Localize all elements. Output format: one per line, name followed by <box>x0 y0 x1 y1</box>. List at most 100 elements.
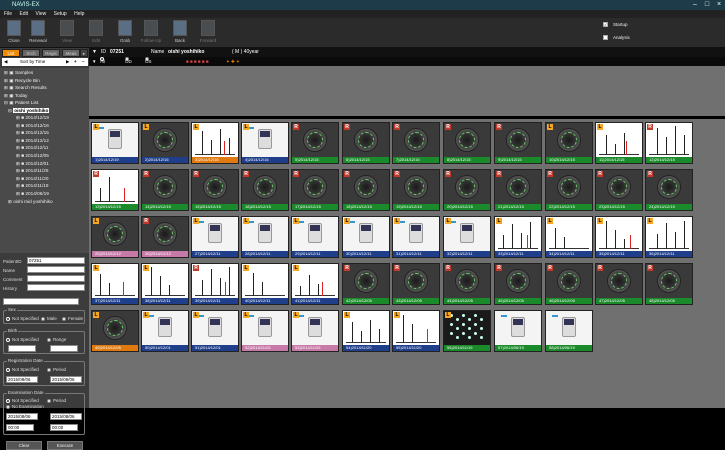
toolbar-grab-button[interactable]: Grab <box>113 20 137 46</box>
filter-extra-icons[interactable]: ✦ ✚ ✦ <box>226 57 240 66</box>
thumbnail[interactable]: R 18)2014/12/15 <box>342 169 390 211</box>
thumbnail[interactable]: R 5)2014/12/15 <box>291 122 339 164</box>
exam-from-field[interactable]: 2015/08/06 <box>6 413 38 420</box>
check-startup[interactable]: ✓ Startup <box>603 22 683 28</box>
thumbnail[interactable]: R 9)2014/12/15 <box>494 122 542 164</box>
thumbnail[interactable]: L 2)2014/12/16 <box>141 122 189 164</box>
sort-next-icon[interactable]: ▶ <box>66 58 69 66</box>
thumbnail[interactable]: R 13)2014/12/15 <box>91 169 139 211</box>
tree-item-date[interactable]: ⊞ ■ 2014/11/25 <box>16 167 49 174</box>
thumbnail[interactable]: R 26)2014/12/12 <box>141 216 189 258</box>
sort-label[interactable]: Sort by Time <box>20 58 45 66</box>
tree-item-date[interactable]: ⊞ ■ 2014/12/15 <box>16 129 49 136</box>
menu-view[interactable]: View <box>35 11 46 17</box>
name-field[interactable] <box>27 266 85 273</box>
thumbnail[interactable]: L 53)2014/11/25 <box>291 310 339 352</box>
reg-from-field[interactable]: 2015/08/06 <box>6 376 38 383</box>
thumbnail[interactable]: R 7)2014/12/15 <box>392 122 440 164</box>
sex-female[interactable]: Female <box>62 316 83 321</box>
sex-not-specified[interactable]: Not Specified <box>6 316 39 321</box>
menu-setup[interactable]: Setup <box>54 11 67 17</box>
tree-item-date[interactable]: ⊞ ■ 2014/12/05 <box>16 152 49 159</box>
thumbnail[interactable]: L 54)2014/11/20 <box>342 310 390 352</box>
thumbnail[interactable]: L 41)2014/12/11 <box>291 263 339 305</box>
tree-item-patient-list[interactable]: ⊟ ▣ Patient List <box>4 99 38 106</box>
thumbnail[interactable]: R 12)2014/12/15 <box>645 122 693 164</box>
menu-edit[interactable]: Edit <box>19 11 28 17</box>
thumbnail[interactable]: R 44)2014/12/05 <box>443 263 491 305</box>
filter-type-icons[interactable]: ■ ■ ■ ■ ■ ■ <box>186 57 209 66</box>
thumbnail[interactable]: L 34)2014/12/11 <box>545 216 593 258</box>
tab-measure[interactable]: Meas <box>62 49 80 57</box>
tree-item-recycle-bin[interactable]: ⊞ ▣ Recycle Bin <box>4 77 40 84</box>
clear-button[interactable]: Clear <box>6 441 42 450</box>
toolbar-view-button[interactable]: View <box>55 20 79 46</box>
sort-back-icon[interactable]: ◀ <box>4 58 7 66</box>
history-field[interactable] <box>27 284 85 291</box>
thumbnail[interactable]: L 3)2014/12/16 <box>191 122 239 164</box>
thumbnail[interactable]: R 17)2014/12/15 <box>291 169 339 211</box>
thumbnail[interactable]: R 39)2014/12/11 <box>191 263 239 305</box>
toolbar-back-button[interactable]: Back <box>168 20 192 46</box>
tree-item-date[interactable]: ⊞ ■ 2014/11/20 <box>16 175 49 182</box>
reg-to-field[interactable]: 2015/08/06 <box>50 376 82 383</box>
check-analysis[interactable]: Analysis <box>603 35 683 41</box>
toolbar-renewal-button[interactable]: Renewal <box>26 20 50 46</box>
exam-time-from-field[interactable]: 00:00 <box>6 424 34 431</box>
thumbnail[interactable]: R 15)2014/12/15 <box>191 169 239 211</box>
birth-not-specified[interactable]: Not Specified <box>6 337 39 342</box>
thumbnail[interactable]: L 33)2014/12/11 <box>494 216 542 258</box>
thumbnail[interactable]: L 40)2014/12/11 <box>241 263 289 305</box>
thumbnail[interactable]: L 27)2014/12/11 <box>191 216 239 258</box>
exam-to-field[interactable]: 2015/08/06 <box>50 413 82 420</box>
thumbnail[interactable]: R 14)2014/12/15 <box>141 169 189 211</box>
thumbnail[interactable]: L 35)2014/12/11 <box>595 216 643 258</box>
thumbnail[interactable]: R 42)2014/12/05 <box>342 263 390 305</box>
thumbnail[interactable]: L 11)2014/12/15 <box>595 122 643 164</box>
close-window-icon[interactable]: × <box>714 1 724 9</box>
thumbnail[interactable]: L 32)2014/12/11 <box>443 216 491 258</box>
comment-field[interactable] <box>27 275 85 282</box>
thumbnail[interactable]: L 50)2014/12/01 <box>141 310 189 352</box>
thumbnail[interactable]: L 51)2014/12/01 <box>191 310 239 352</box>
thumbnail[interactable]: R 23)2014/12/15 <box>595 169 643 211</box>
thumbnail[interactable]: R 19)2014/12/15 <box>392 169 440 211</box>
toolbar-forward-button[interactable]: Forward <box>196 20 220 46</box>
thumbnail[interactable]: R 45)2014/12/05 <box>494 263 542 305</box>
tab-search[interactable]: Srch <box>22 49 40 57</box>
thumbnail[interactable]: L 55)2014/11/20 <box>392 310 440 352</box>
tree-item-date[interactable]: ⊞ ■ 2014/12/16 <box>16 122 49 129</box>
exam-no-examination[interactable]: No Examination <box>6 404 44 409</box>
patient-id-field[interactable]: 07251 <box>27 257 85 264</box>
toolbar-follow-up-button[interactable]: Follow-Up <box>139 20 163 46</box>
thumbnail[interactable]: L 49)2014/12/05 <box>91 310 139 352</box>
tree-item-date[interactable]: ⊞ ■ 2014/12/01 <box>16 160 49 167</box>
thumbnail[interactable]: L 25)2014/12/12 <box>91 216 139 258</box>
filter-toggle-icon[interactable]: ▼ <box>92 57 96 66</box>
thumbnail[interactable]: R 20)2014/12/15 <box>443 169 491 211</box>
thumbnail[interactable]: L 31)2014/12/11 <box>392 216 440 258</box>
thumbnail[interactable]: L 52)2014/11/25 <box>241 310 289 352</box>
remove-icon[interactable]: – <box>82 58 85 66</box>
tree-item-date[interactable]: ⊞ ■ 2014/06/19 <box>16 190 49 197</box>
thumbnail[interactable]: R 48)2014/12/05 <box>645 263 693 305</box>
birth-from-field[interactable] <box>8 345 36 352</box>
add-icon[interactable]: + <box>74 58 77 66</box>
tree-item-date[interactable]: ⊞ ■ 2014/11/19 <box>16 182 49 189</box>
thumbnail[interactable]: L 37)2014/12/11 <box>91 263 139 305</box>
disease-select[interactable] <box>3 298 79 305</box>
birth-to-field[interactable] <box>50 345 78 352</box>
tab-list[interactable]: List <box>2 49 20 57</box>
sex-male[interactable]: Male <box>41 316 57 321</box>
tree-item-selected-patient[interactable]: ⊟ oishi yoshihiko <box>8 107 50 114</box>
exam-time-to-field[interactable]: 00:00 <box>50 424 78 431</box>
tab-more-icon[interactable]: ▸ <box>80 49 88 57</box>
thumbnail[interactable]: R 46)2014/12/05 <box>545 263 593 305</box>
thumbnail[interactable]: R 43)2014/12/05 <box>392 263 440 305</box>
tree-item-search-results[interactable]: ⊞ ▣ Search Results <box>4 84 47 91</box>
thumbnail[interactable]: R 21)2014/12/15 <box>494 169 542 211</box>
minimize-icon[interactable]: – <box>690 1 700 9</box>
thumbnail[interactable]: L 36)2014/12/11 <box>645 216 693 258</box>
thumbnail[interactable]: R 8)2014/12/15 <box>443 122 491 164</box>
thumbnail[interactable]: L 38)2014/12/11 <box>141 263 189 305</box>
